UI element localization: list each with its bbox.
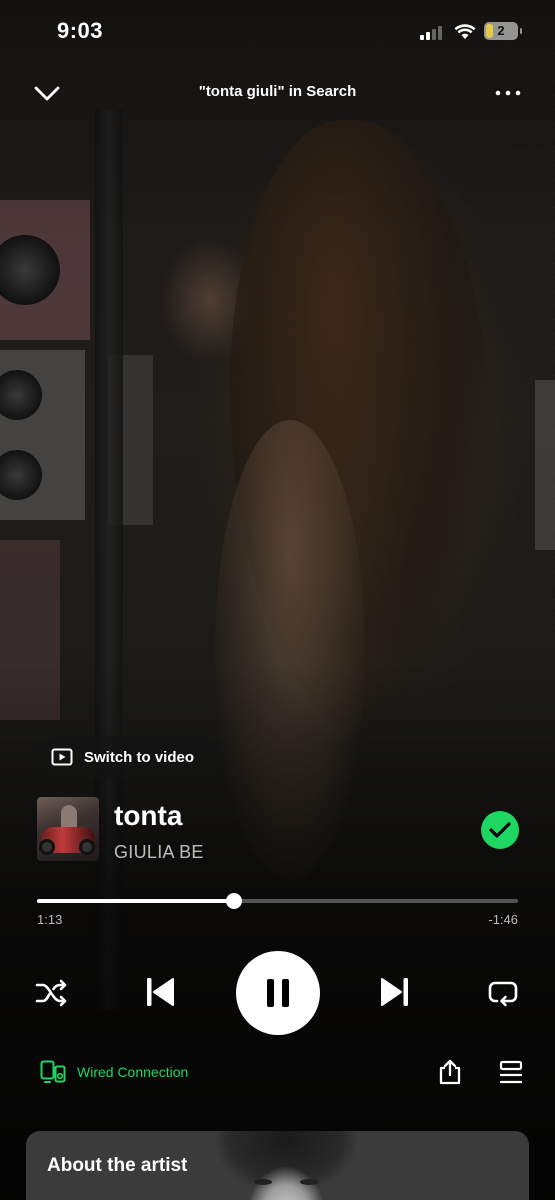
pause-button[interactable]: [236, 951, 320, 1035]
more-dots-icon[interactable]: [492, 80, 524, 106]
track-artist[interactable]: GIULIA BE: [114, 842, 204, 863]
wifi-icon: [454, 24, 476, 39]
shuffle-icon: [35, 979, 67, 1007]
check-circle-icon: [489, 822, 511, 838]
artist-photo: [206, 1131, 366, 1200]
about-the-artist-card[interactable]: About the artist: [26, 1131, 529, 1200]
player-header: "tonta giuli" in Search: [0, 74, 555, 114]
battery-icon: 2: [484, 22, 522, 40]
battery-level: 2: [497, 23, 505, 38]
share-icon[interactable]: [437, 1058, 463, 1086]
repeat-button[interactable]: [484, 974, 522, 1012]
pause-icon: [267, 979, 289, 1007]
about-the-artist-title: About the artist: [47, 1155, 188, 1176]
progress-fill: [37, 899, 235, 903]
shuffle-button[interactable]: [33, 974, 71, 1012]
remaining-time: -1:46: [488, 912, 518, 927]
status-bar: 9:03 2: [0, 0, 555, 64]
next-track-button[interactable]: [375, 970, 415, 1014]
connect-device-button[interactable]: Wired Connection: [40, 1060, 188, 1084]
queue-icon[interactable]: [498, 1060, 524, 1086]
skip-next-icon: [381, 978, 408, 1006]
skip-previous-icon: [147, 978, 174, 1006]
playing-context-title: "tonta giuli" in Search: [198, 83, 357, 100]
video-icon: [51, 748, 73, 766]
connect-device-icon: [40, 1060, 66, 1083]
liked-button[interactable]: [481, 811, 519, 849]
repeat-icon: [488, 981, 518, 1007]
device-label: Wired Connection: [77, 1064, 189, 1080]
status-time: 9:03: [57, 18, 104, 43]
previous-track-button[interactable]: [140, 970, 180, 1014]
cellular-signal-icon: [420, 25, 446, 40]
switch-to-video-label: Switch to video: [84, 748, 195, 766]
switch-to-video-button[interactable]: Switch to video: [37, 736, 220, 778]
album-art-thumbnail[interactable]: [37, 797, 99, 861]
elapsed-time: 1:13: [37, 912, 63, 927]
progress-bar[interactable]: [37, 893, 518, 909]
track-title[interactable]: tonta: [114, 800, 182, 832]
